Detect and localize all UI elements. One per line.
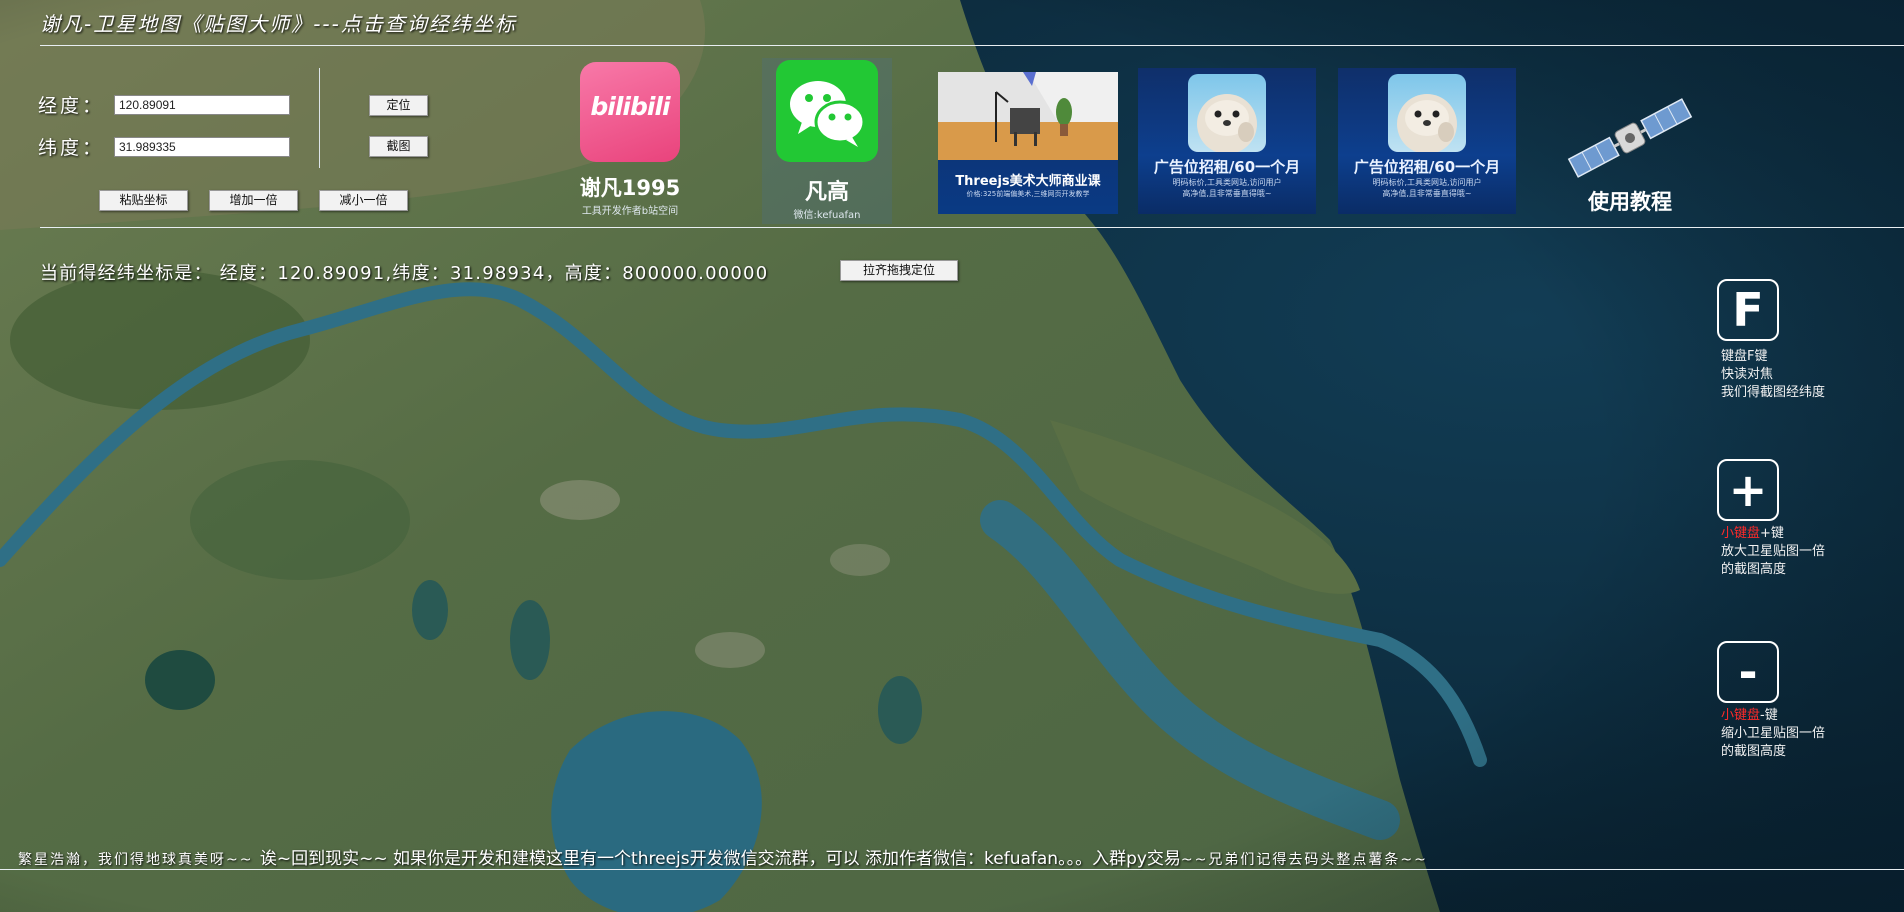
wechat-name: 凡高 xyxy=(804,180,849,205)
longitude-input[interactable] xyxy=(114,95,290,115)
minus-key-glyph: - xyxy=(1738,645,1758,699)
wechat-card[interactable]: 凡高 微信:kefuafan xyxy=(762,58,892,224)
latitude-input[interactable] xyxy=(114,137,290,157)
ad1-title: 广告位招租/60一个月 xyxy=(1153,158,1301,176)
minus-key-hint: 小键盘-键 缩小卫星贴图一倍 的截图高度 xyxy=(1721,707,1825,761)
bilibili-logo: bilibili xyxy=(580,62,680,162)
minus-hint-line3: 的截图高度 xyxy=(1721,744,1787,759)
ad-slot-2[interactable]: 广告位招租/60一个月 明码标价,工具类网站,访问用户 高净值,且非常垂直得哦~ xyxy=(1338,68,1516,214)
footer-part3: ~~兄弟们记得去码头整点薯条~~ xyxy=(1180,852,1428,868)
f-hint-line2: 快读对焦 xyxy=(1721,367,1774,382)
minus-hint-line1: -键 xyxy=(1760,708,1778,723)
minus-hint-line2: 缩小卫星贴图一倍 xyxy=(1721,726,1826,741)
f-hint-line3: 我们得截图经纬度 xyxy=(1721,385,1826,400)
bilibili-name: 谢凡1995 xyxy=(579,176,681,200)
ad1-sub2: 高净值,且非常垂直得哦~ xyxy=(1182,189,1272,198)
footer-divider xyxy=(0,869,1904,870)
ad1-sub1: 明码标价,工具类网站,访问用户 xyxy=(1172,178,1282,187)
form-divider xyxy=(319,68,320,168)
plus-key-hint: 小键盘+键 放大卫星贴图一倍 的截图高度 xyxy=(1721,525,1825,579)
footer-part1: 繁星浩瀚，我们得地球真美呀~~ xyxy=(18,852,260,868)
plus-key-icon[interactable]: + xyxy=(1717,459,1779,521)
tutorial-link[interactable]: 使用教程 xyxy=(1560,98,1700,218)
wechat-icon xyxy=(790,81,866,147)
course-room-image xyxy=(938,72,1118,160)
plus-hint-line2: 放大卫星贴图一倍 xyxy=(1721,544,1826,559)
bilibili-sub: 工具开发作者b站空间 xyxy=(581,206,679,217)
bilibili-card[interactable]: bilibili 谢凡1995 工具开发作者b站空间 xyxy=(570,62,690,222)
plus-key-glyph: + xyxy=(1728,463,1768,517)
plus-hint-red: 小键盘 xyxy=(1721,526,1761,541)
current-coordinates: 当前得经纬坐标是： 经度：120.89091,纬度：31.98934，高度：80… xyxy=(40,263,769,284)
f-hint-line1: 键盘F键 xyxy=(1721,349,1768,364)
header-divider xyxy=(40,45,1904,46)
double-height-button[interactable]: 增加一倍 xyxy=(209,190,298,211)
toolbar-divider xyxy=(40,227,1904,228)
halve-height-button[interactable]: 减小一倍 xyxy=(319,190,408,211)
plus-hint-line3: 的截图高度 xyxy=(1721,562,1787,577)
wechat-id: 微信:kefuafan xyxy=(793,210,861,221)
ad2-sub2: 高净值,且非常垂直得哦~ xyxy=(1382,189,1472,198)
f-key-hint: 键盘F键 快读对焦 我们得截图经纬度 xyxy=(1721,348,1825,402)
paste-coords-button[interactable]: 粘贴坐标 xyxy=(99,190,188,211)
ad2-sub1: 明码标价,工具类网站,访问用户 xyxy=(1372,178,1482,187)
ad2-title: 广告位招租/60一个月 xyxy=(1353,158,1501,176)
latitude-label: 纬度： xyxy=(38,137,105,159)
f-key-glyph: F xyxy=(1732,283,1764,337)
locate-button[interactable]: 定位 xyxy=(369,95,428,116)
tutorial-label: 使用教程 xyxy=(1588,190,1672,214)
seal-photo xyxy=(1388,74,1466,152)
course-title: Threejs美术大师商业课 xyxy=(955,174,1101,189)
f-key-icon[interactable]: F xyxy=(1717,279,1779,341)
threejs-course-card[interactable]: Threejs美术大师商业课 价格:325前端偏美术,三维网页开发教学 xyxy=(938,72,1118,214)
minus-hint-red: 小键盘 xyxy=(1721,708,1761,723)
course-sub: 价格:325前端偏美术,三维网页开发教学 xyxy=(966,190,1090,198)
ad-slot-1[interactable]: 广告位招租/60一个月 明码标价,工具类网站,访问用户 高净值,且非常垂直得哦~ xyxy=(1138,68,1316,214)
bilibili-logo-text: bilibili xyxy=(590,92,670,121)
footer-part2: 诶~回到现实~~ 如果你是开发和建模这里有一个threejs开发微信交流群，可以… xyxy=(259,849,1181,869)
page-title[interactable]: 谢凡-卫星地图《贴图大师》---点击查询经纬坐标 xyxy=(40,8,517,37)
wechat-logo xyxy=(776,60,878,162)
minus-key-icon[interactable]: - xyxy=(1717,641,1779,703)
longitude-label: 经度： xyxy=(38,95,105,117)
seal-photo xyxy=(1188,74,1266,152)
satellite-icon xyxy=(1567,98,1693,178)
screenshot-button[interactable]: 截图 xyxy=(369,136,428,157)
drag-locate-button[interactable]: 拉齐拖拽定位 xyxy=(840,260,958,281)
footer-marquee: 繁星浩瀚，我们得地球真美呀~~ 诶~回到现实~~ 如果你是开发和建模这里有一个t… xyxy=(18,844,1428,869)
plus-hint-line1: +键 xyxy=(1760,526,1784,541)
